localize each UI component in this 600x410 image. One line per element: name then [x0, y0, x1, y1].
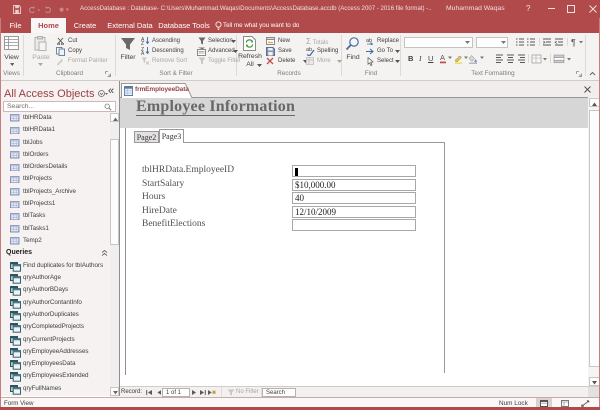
svg-text:¶: ¶ [571, 38, 576, 48]
svg-text:A: A [440, 53, 445, 62]
svg-text:Z: Z [141, 41, 144, 45]
svg-text:A: A [141, 51, 145, 55]
svg-text:ab: ab [306, 47, 312, 53]
